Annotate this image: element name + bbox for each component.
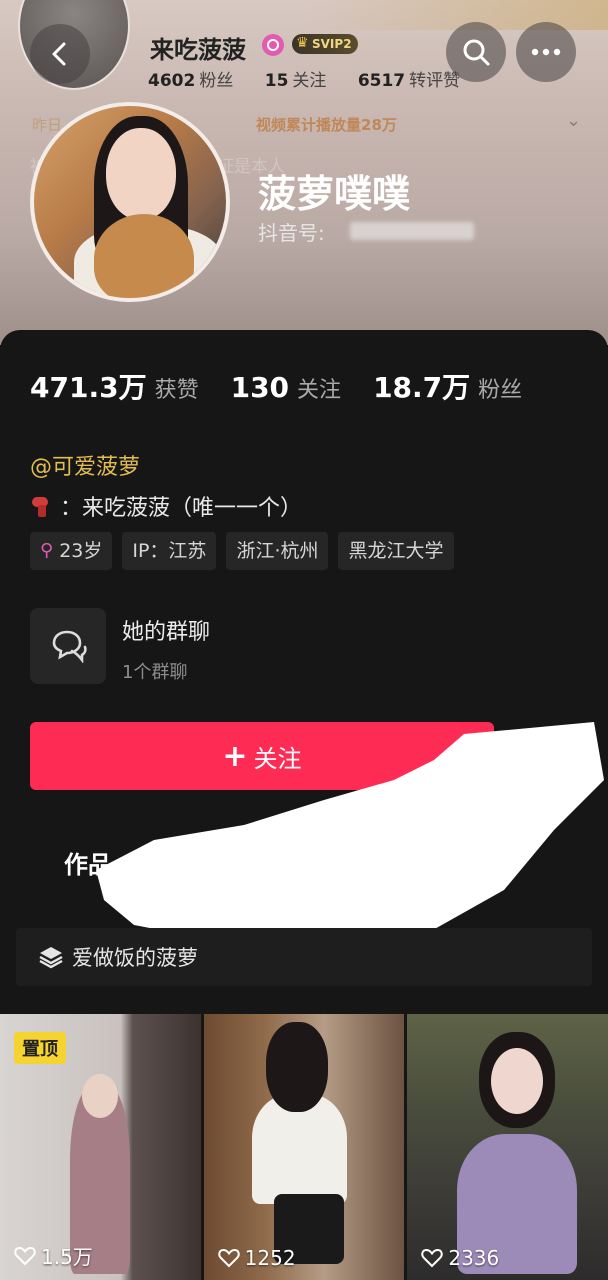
douyin-id-blurred[interactable]	[350, 222, 474, 240]
group-chat-title: 她的群聊	[122, 620, 211, 645]
mini-stats: 4602 粉丝 15 关注 6517 转评赞	[148, 66, 486, 91]
group-chat-count: 1个群聊	[122, 662, 188, 683]
chevron-down-icon[interactable]: ⌄	[566, 110, 581, 131]
group-chat-icon	[52, 630, 87, 663]
group-chat-entry[interactable]: 她的群聊 1个群聊	[30, 608, 210, 684]
profile-tags: ⚲ 23岁 IP：江苏 浙江·杭州 黑龙江大学	[30, 532, 464, 570]
verified-icon	[262, 34, 284, 56]
video-likes: 1252	[217, 1246, 296, 1270]
tag-ip: IP：江苏	[122, 532, 217, 570]
tag-age: ⚲ 23岁	[30, 532, 113, 570]
bio-text: ：来吃菠菠（唯一一个）	[60, 496, 303, 521]
more-icon	[531, 48, 561, 56]
female-icon: ⚲	[40, 540, 54, 561]
video-likes: 2336	[421, 1246, 499, 1270]
layers-icon	[39, 947, 63, 969]
profile-stats: 471.3万 获赞 130 关注 18.7万 粉丝	[30, 366, 554, 406]
mini-stat-following: 15 关注	[264, 71, 327, 91]
mini-stat-interactions: 6517 转评赞	[357, 71, 461, 91]
pinned-badge: 置顶	[14, 1032, 66, 1064]
heart-icon	[217, 1248, 240, 1268]
search-button[interactable]	[446, 22, 506, 82]
user-handle-link[interactable]: @可爱菠萝	[30, 449, 140, 481]
video-thumbnail[interactable]: 置顶 1.5万	[0, 1014, 201, 1280]
group-chat-icon-box	[30, 608, 106, 684]
back-arrow-icon	[52, 42, 66, 66]
video-grid: 置顶 1.5万 1252 2336	[0, 1014, 608, 1280]
video-thumbnail[interactable]: 1252	[203, 1014, 405, 1280]
stat-followers[interactable]: 18.7万 粉丝	[373, 366, 522, 406]
bio: ：来吃菠菠（唯一一个）	[30, 490, 302, 522]
video-likes: 1.5万	[14, 1241, 93, 1270]
collection-title: 爱做饭的菠萝	[72, 946, 198, 970]
mini-stat-fans: 4602 粉丝	[148, 71, 234, 91]
more-button[interactable]	[516, 22, 576, 82]
heart-icon	[421, 1248, 444, 1268]
douyin-id-label: 抖音号:	[258, 221, 325, 245]
tag-school[interactable]: 黑龙江大学	[338, 532, 454, 570]
stat-likes[interactable]: 471.3万 获赞	[30, 366, 199, 406]
redaction-scribble	[96, 722, 604, 952]
video-thumbnail[interactable]: 2336	[407, 1014, 608, 1280]
heart-icon	[14, 1246, 36, 1265]
back-button[interactable]	[30, 24, 90, 84]
profile-avatar[interactable]	[30, 102, 230, 302]
collection-entry[interactable]: 爱做饭的菠萝	[16, 928, 592, 986]
mini-profile-name: 来吃菠菠	[150, 36, 246, 64]
video-plays: 视频累计播放量28万	[256, 116, 397, 134]
tag-location[interactable]: 浙江·杭州	[226, 532, 329, 570]
profile-name: 菠萝噗噗	[258, 172, 411, 216]
search-icon	[463, 39, 490, 66]
svip-badge: SVIP2	[292, 33, 358, 54]
stat-following[interactable]: 130 关注	[231, 371, 341, 404]
scarf-icon	[30, 495, 50, 517]
profile-banner: 来吃菠菠 SVIP2 4602粉丝 15关注 6517转评赞 昨日 视频累计播放…	[0, 0, 608, 345]
